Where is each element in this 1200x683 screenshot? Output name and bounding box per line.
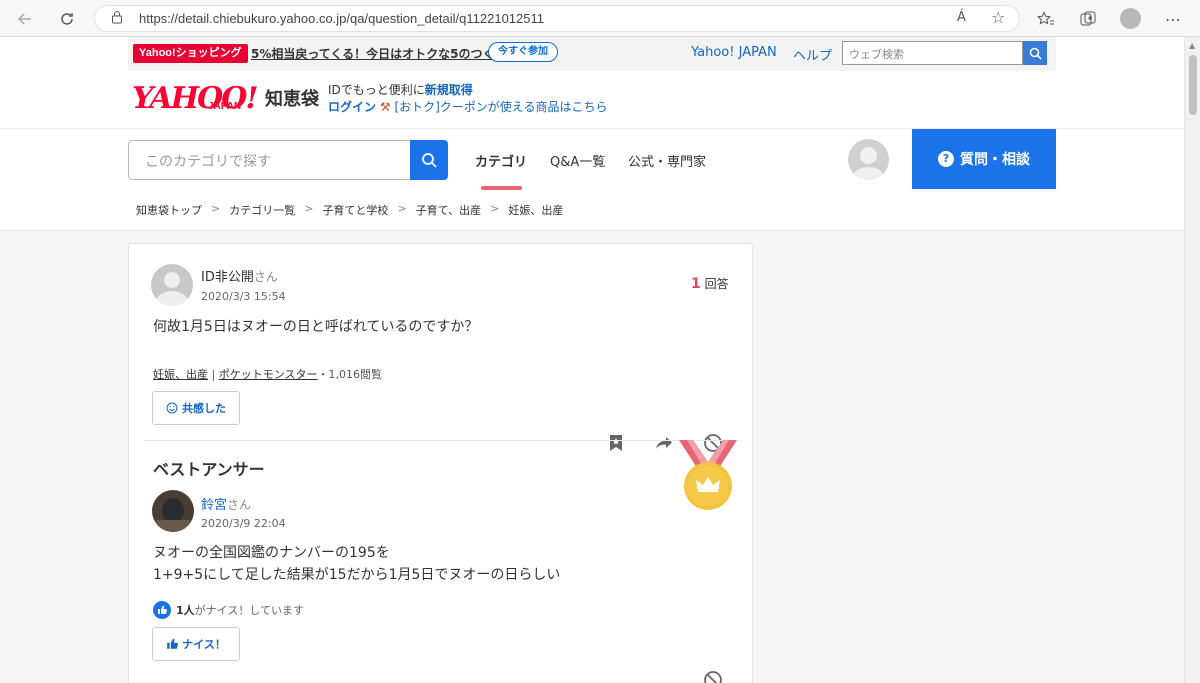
favorite-star-icon[interactable]: ☆ — [991, 8, 1005, 27]
scroll-thumb[interactable] — [1189, 55, 1197, 115]
search-icon — [422, 153, 437, 168]
favorites-icon[interactable] — [1035, 8, 1057, 30]
share-icon[interactable] — [653, 432, 675, 454]
web-search-button[interactable] — [1023, 41, 1047, 65]
lock-icon — [111, 10, 123, 28]
breadcrumb-item[interactable]: 子育てと学校 — [322, 202, 388, 218]
page-content: Yahoo!ショッピング 5%相当戻ってくる！今日はオトクな5のつく日 今すぐ参… — [0, 37, 1184, 683]
login-row: ログイン ⚒ [おトク]クーポンが使える商品はこちら — [328, 98, 607, 115]
category-search-input[interactable]: このカテゴリで探す — [128, 140, 411, 180]
bookmark-icon[interactable] — [605, 432, 627, 454]
view-count: ・1,016閲覧 — [317, 368, 383, 381]
medal-icon — [679, 440, 737, 510]
best-answer-title: ベストアンサー — [153, 460, 265, 479]
join-now-button[interactable]: 今すぐ参加 — [488, 42, 558, 62]
answer-count-number: 1 — [691, 276, 701, 292]
browser-toolbar: https://detail.chiebukuro.yahoo.co.jp/qa… — [0, 0, 1200, 37]
yahoo-logo-japan: JAPAN — [208, 101, 242, 112]
tag-separator: | — [211, 368, 216, 381]
breadcrumb-separator-icon: > — [490, 202, 500, 215]
active-tab-indicator — [481, 186, 522, 190]
section-divider — [144, 440, 737, 441]
help-link[interactable]: ヘルプ — [793, 45, 832, 64]
answer-line: 1+9+5にして足した結果が15だから1月5日でヌオーの日らしい — [153, 567, 561, 583]
coupon-link[interactable]: [おトク]クーポンが使える商品はこちら — [394, 100, 607, 114]
chiebukuro-logo-text[interactable]: 知恵袋 — [265, 85, 319, 111]
question-text: 何故1月5日はヌオーの日と呼ばれているのですか？ — [153, 319, 479, 335]
tab-qa-list[interactable]: Q&A一覧 — [550, 151, 605, 170]
honorific: さん — [227, 498, 252, 512]
search-icon — [1029, 47, 1042, 60]
category-search-button[interactable] — [410, 140, 448, 180]
question-date: 2020/3/3 15:54 — [201, 290, 286, 303]
ask-question-button[interactable]: ? 質問・相談 — [912, 129, 1056, 189]
tab-category[interactable]: カテゴリ — [475, 151, 527, 170]
breadcrumb-item[interactable]: 子育て、出産 — [416, 202, 481, 218]
question-mark-icon: ? — [938, 151, 954, 167]
answerer-avatar[interactable] — [152, 490, 194, 532]
thumbs-up-icon — [167, 638, 179, 649]
empathy-button-label: 共感した — [182, 402, 226, 415]
qa-card: ID非公開さん 2020/3/3 15:54 1 回答 何故1月5日はヌオーの日… — [128, 243, 753, 683]
answer-count: 1 回答 — [691, 275, 729, 292]
breadcrumb-item[interactable]: カテゴリ一覧 — [229, 202, 295, 218]
breadcrumb-item[interactable]: 妊娠、出産 — [508, 202, 563, 218]
refresh-icon[interactable] — [56, 8, 78, 30]
nice-button[interactable]: ナイス！ — [152, 627, 240, 661]
honorific: さん — [253, 270, 278, 284]
collections-icon[interactable] — [1077, 8, 1099, 30]
more-menu-icon[interactable]: ⋯ — [1162, 8, 1184, 30]
profile-avatar-icon[interactable] — [1120, 8, 1141, 29]
breadcrumb-item[interactable]: 知恵袋トップ — [136, 202, 202, 218]
breadcrumb-separator-icon: > — [304, 202, 314, 215]
smile-icon — [166, 402, 178, 414]
signup-link[interactable]: 新規取得 — [425, 83, 473, 97]
answer-count-label: 回答 — [704, 277, 729, 291]
nice-button-label: ナイス！ — [182, 638, 226, 651]
block-icon[interactable] — [702, 669, 724, 683]
questioner-name: ID非公開さん — [201, 266, 278, 285]
tag-link[interactable]: ポケットモンスター — [219, 368, 318, 381]
signup-prompt-text: IDでもっと便利に — [328, 83, 425, 97]
questioner-avatar — [151, 264, 193, 306]
questioner-name-text: ID非公開 — [201, 270, 254, 285]
read-aloud-icon[interactable]: Á — [957, 10, 966, 25]
nice-count-number: 1人 — [176, 604, 195, 617]
nav-row: このカテゴリで探す カテゴリ Q&A一覧 公式・専門家 ? 質問・相談 — [0, 128, 1184, 190]
answer-text: ヌオーの全国図鑑のナンバーの195を 1+9+5にして足した結果が15だから1月… — [153, 542, 560, 586]
top-promo-strip: Yahoo!ショッピング 5%相当戻ってくる！今日はオトクな5のつく日 今すぐ参… — [128, 37, 1056, 71]
tab-official-expert[interactable]: 公式・専門家 — [628, 151, 706, 170]
promo-link[interactable]: 5%相当戻ってくる！今日はオトクな5のつく日 — [251, 45, 507, 62]
signup-prompt: IDでもっと便利に新規取得 — [328, 81, 473, 98]
breadcrumb-separator-icon: > — [397, 202, 407, 215]
vertical-scrollbar[interactable]: ▲ — [1184, 37, 1200, 683]
yahoo-japan-link[interactable]: Yahoo! JAPAN — [691, 45, 777, 60]
answerer-name: 鈴宮さん — [201, 494, 251, 513]
thumbs-up-icon — [153, 601, 171, 619]
auction-hammer-icon: ⚒ — [379, 100, 391, 114]
shopping-tag[interactable]: Yahoo!ショッピング — [133, 44, 248, 63]
empathy-button[interactable]: 共感した — [152, 391, 240, 425]
breadcrumb-separator-icon: > — [211, 202, 221, 215]
nice-count-label: がナイス！しています — [194, 604, 304, 617]
question-tags: 妊娠、出産 | ポケットモンスター・1,016閲覧 — [153, 366, 382, 382]
scroll-up-icon[interactable]: ▲ — [1189, 41, 1195, 50]
breadcrumb: 知恵袋トップ > カテゴリ一覧 > 子育てと学校 > 子育て、出産 > 妊娠、出… — [136, 202, 563, 218]
address-bar[interactable]: https://detail.chiebukuro.yahoo.co.jp/qa… — [94, 5, 1020, 32]
url-text: https://detail.chiebukuro.yahoo.co.jp/qa… — [139, 11, 544, 26]
tag-link[interactable]: 妊娠、出産 — [153, 368, 208, 381]
nice-count: 1人がナイス！しています — [153, 601, 304, 619]
answerer-name-link[interactable]: 鈴宮 — [201, 498, 227, 513]
answer-date: 2020/3/9 22:04 — [201, 517, 286, 530]
site-header: Yahoo!ショッピング 5%相当戻ってくる！今日はオトクな5のつく日 今すぐ参… — [0, 37, 1184, 231]
answer-line: ヌオーの全国図鑑のナンバーの195を — [153, 545, 390, 561]
web-search-input[interactable]: ウェブ検索 — [842, 41, 1023, 65]
ask-question-label: 質問・相談 — [960, 152, 1030, 168]
back-icon[interactable] — [14, 8, 36, 30]
login-link[interactable]: ログイン — [328, 100, 376, 114]
user-avatar[interactable] — [848, 139, 889, 180]
